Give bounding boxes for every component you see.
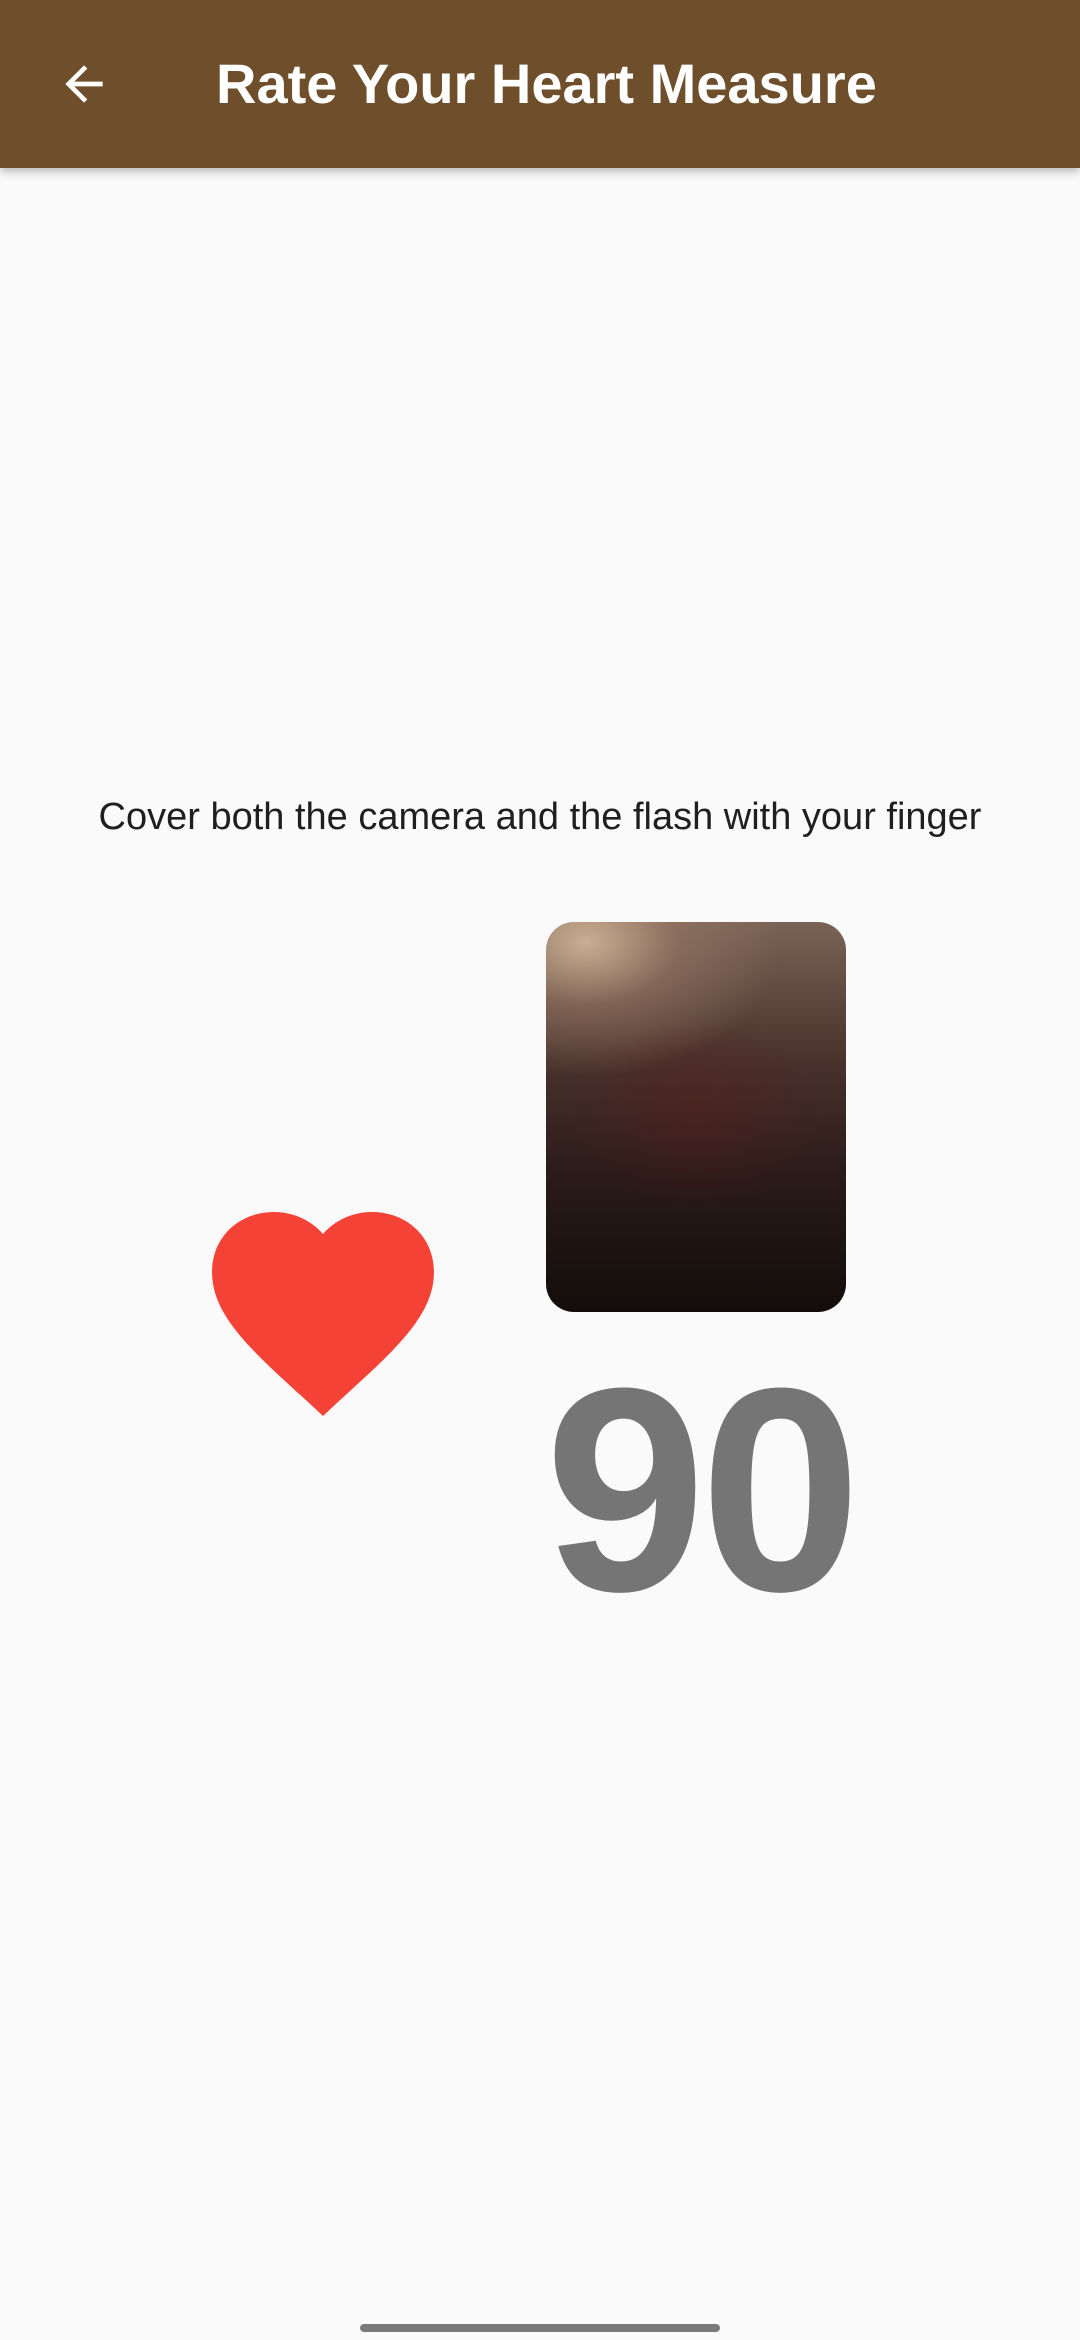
- back-button[interactable]: [40, 40, 128, 128]
- heart-icon: [212, 1212, 434, 1416]
- heart-rate-value: 90: [544, 1328, 862, 1652]
- camera-preview: [546, 922, 846, 1312]
- instruction-text: Cover both the camera and the flash with…: [98, 796, 982, 838]
- arrow-back-icon: [65, 65, 103, 103]
- home-indicator[interactable]: [360, 2324, 720, 2332]
- page-title: Rate Your Heart Measure: [216, 52, 877, 115]
- app-bar: Rate Your Heart Measure: [0, 0, 1080, 168]
